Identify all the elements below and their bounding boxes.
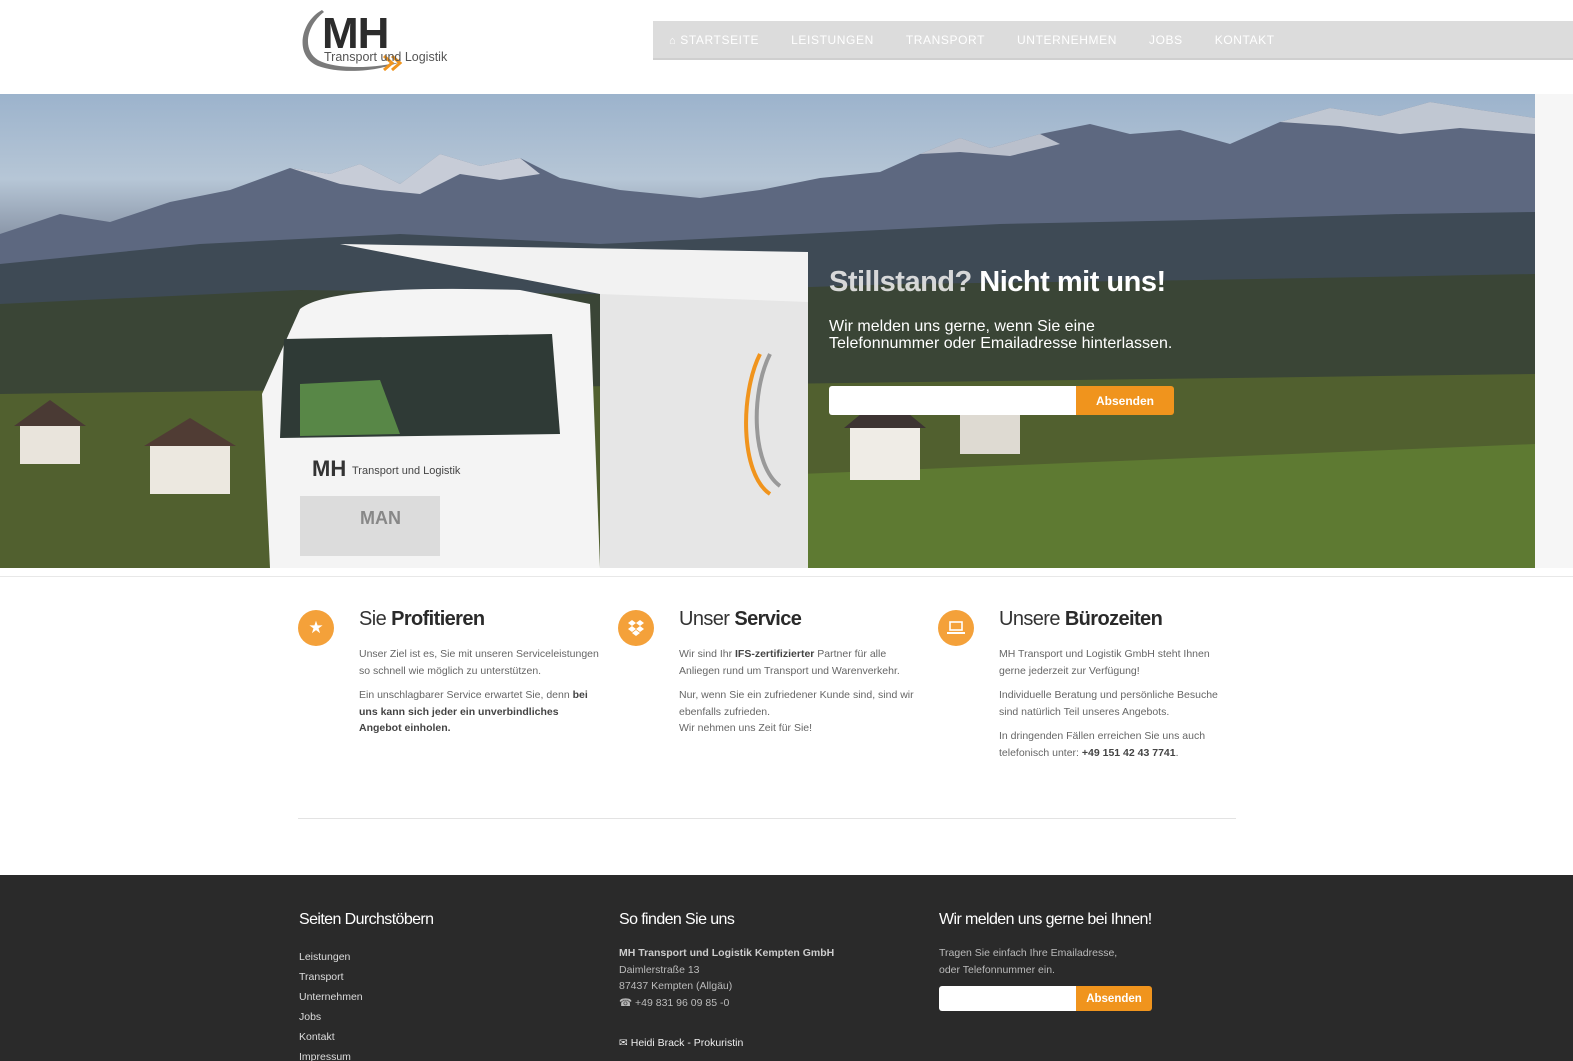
footer-col-address: So finden Sie uns MH Transport und Logis… xyxy=(619,911,834,1052)
main-navigation: ⌂ Startseite Leistungen Transport Unterne… xyxy=(653,21,1573,60)
footer-col-contact: Wir melden uns gerne bei Ihnen! Tragen S… xyxy=(939,911,1152,1011)
feature-paragraph: Individuelle Beratung und persönliche Be… xyxy=(999,689,1218,718)
footer-link-jobs[interactable]: Jobs xyxy=(299,1007,433,1027)
company-logo[interactable]: MH Transport und Logistik xyxy=(296,6,458,80)
site-header: MH Transport und Logistik ⌂ Startseite Le… xyxy=(0,0,1573,94)
feature-paragraph: Ein unschlagbarer Service erwartet Sie, … xyxy=(359,687,599,737)
feature-title: Unser Service xyxy=(679,608,802,631)
feature-paragraph: Nur, wenn Sie ein zufriedener Kunde sind… xyxy=(679,689,914,718)
feature-text: Ein unschlagbarer Service erwartet Sie, … xyxy=(359,689,573,701)
footer-link-unternehmen[interactable]: Unternehmen xyxy=(299,987,433,1007)
hero-banner: MH Transport und Logistik MAN Stillstand… xyxy=(0,94,1535,568)
footer-submit-button[interactable]: Absenden xyxy=(1076,986,1152,1011)
feature-paragraph: MH Transport und Logistik GmbH steht Ihn… xyxy=(999,648,1210,677)
feature-title-bold: Service xyxy=(734,608,802,630)
hero-submit-button[interactable]: Absenden xyxy=(1076,386,1174,415)
feature-title-bold: Bürozeiten xyxy=(1064,608,1163,630)
laptop-glyph xyxy=(947,621,965,634)
home-icon: ⌂ xyxy=(669,34,677,47)
content-divider xyxy=(298,818,1236,819)
feature-title: Unsere Bürozeiten xyxy=(999,608,1163,631)
nav-item-transport[interactable]: Transport xyxy=(906,33,985,47)
footer-col-pages: Seiten Durchstöbern Leistungen Transport… xyxy=(299,911,434,1061)
nav-label: Startseite xyxy=(680,32,760,47)
feature-paragraph: Unser Ziel ist es, Sie mit unseren Servi… xyxy=(359,648,599,677)
dropbox-glyph xyxy=(628,620,644,636)
star-icon: ★ xyxy=(298,610,334,646)
feature-title: Sie Profitieren xyxy=(359,608,485,631)
hero-side-strip xyxy=(1535,94,1573,568)
feature-title-light: Unser xyxy=(679,608,730,630)
phone-number[interactable]: +49 151 42 43 7741 xyxy=(1082,747,1176,759)
hero-divider xyxy=(0,576,1573,577)
contact-row[interactable]: ✉ Heidi Brack - Prokuristin xyxy=(619,1035,834,1052)
footer-link-kontakt[interactable]: Kontakt xyxy=(299,1027,433,1047)
feature-text: . xyxy=(1175,746,1179,759)
site-footer: Seiten Durchstöbern Leistungen Transport… xyxy=(0,875,1573,1061)
phone-icon: ☎ xyxy=(619,996,633,1009)
feature-body: MH Transport und Logistik GmbH steht Ihn… xyxy=(999,646,1239,769)
footer-link-transport[interactable]: Transport xyxy=(299,967,433,987)
city: 87437 Kempten (Allgäu) xyxy=(619,980,733,992)
feature-text-bold: IFS-zertifizierter xyxy=(735,648,815,660)
envelope-icon: ✉ xyxy=(619,1037,628,1049)
truck-brand: MAN xyxy=(360,508,401,528)
nav-item-startseite[interactable]: ⌂ Startseite xyxy=(669,33,759,47)
footer-heading: Wir melden uns gerne bei Ihnen! xyxy=(939,911,1152,928)
laptop-icon xyxy=(938,610,974,646)
footer-links: Leistungen Transport Unternehmen Jobs Ko… xyxy=(299,947,433,1061)
footer-link-leistungen[interactable]: Leistungen xyxy=(299,947,433,967)
truck-logo: MH xyxy=(312,456,346,481)
hero-title-bold: Nicht mit uns! xyxy=(979,266,1166,298)
footer-contact-form: Absenden xyxy=(939,986,1152,1011)
feature-paragraph: In dringenden Fällen erreichen Sie uns a… xyxy=(999,728,1239,761)
feature-title-light: Sie xyxy=(359,608,387,630)
hero-contact-input[interactable] xyxy=(829,386,1076,415)
feature-paragraph: Wir nehmen uns Zeit für Sie! xyxy=(679,722,813,734)
contact-person: Heidi Brack - Prokuristin xyxy=(630,1037,744,1049)
hero-contact-form: Absenden xyxy=(829,386,1174,415)
nav-item-kontakt[interactable]: Kontakt xyxy=(1215,33,1275,47)
feature-paragraph: Wir sind Ihr IFS-zertifizierter Partner … xyxy=(679,646,919,679)
dropbox-icon xyxy=(618,610,654,646)
hero-text: Wir melden uns gerne, wenn Sie eine Tele… xyxy=(829,318,1173,352)
truck-text: Transport und Logistik xyxy=(352,465,461,477)
feature-text: Wir sind Ihr xyxy=(679,648,736,660)
footer-address: MH Transport und Logistik Kempten GmbH D… xyxy=(619,945,834,1052)
nav-item-unternehmen[interactable]: Unternehmen xyxy=(1017,33,1117,47)
nav-item-jobs[interactable]: Jobs xyxy=(1149,33,1183,47)
footer-heading: So finden Sie uns xyxy=(619,911,735,928)
hero-title: Stillstand? Nicht mit uns! xyxy=(829,266,1166,299)
hero-title-light: Stillstand? xyxy=(829,266,972,298)
phone-number[interactable]: +49 831 96 09 85 -0 xyxy=(635,997,729,1009)
feature-title-light: Unsere xyxy=(999,608,1060,630)
footer-heading: Seiten Durchstöbern xyxy=(299,911,434,928)
logo-subtitle: Transport und Logistik xyxy=(324,50,448,64)
company-name: MH Transport und Logistik Kempten GmbH xyxy=(619,947,835,959)
footer-contact-input[interactable] xyxy=(939,986,1076,1011)
footer-contact-text: Tragen Sie einfach Ihre Emailadresse, od… xyxy=(939,947,1118,976)
street: Daimlerstraße 13 xyxy=(619,963,700,976)
footer-link-impressum[interactable]: Impressum xyxy=(299,1047,433,1061)
feature-title-bold: Profitieren xyxy=(391,608,485,630)
phone-row: ☎ +49 831 96 09 85 -0 xyxy=(619,995,834,1012)
nav-item-leistungen[interactable]: Leistungen xyxy=(791,33,874,47)
hero-background-image: MH Transport und Logistik MAN xyxy=(0,102,1535,568)
feature-body: Wir sind Ihr IFS-zertifizierter Partner … xyxy=(679,646,919,745)
feature-body: Unser Ziel ist es, Sie mit unseren Servi… xyxy=(359,646,599,745)
